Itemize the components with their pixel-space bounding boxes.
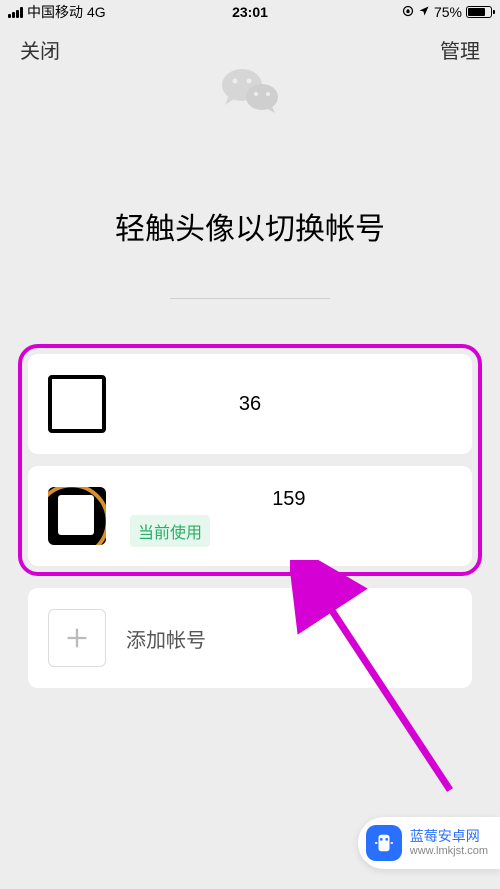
status-right: 75% bbox=[402, 4, 492, 20]
status-left: 中国移动 4G bbox=[8, 2, 106, 22]
watermark-url: www.lmkjst.com bbox=[410, 845, 488, 858]
close-button[interactable]: 关闭 bbox=[20, 35, 60, 64]
avatar bbox=[48, 375, 106, 433]
page-title: 轻触头像以切换帐号 bbox=[0, 204, 500, 248]
account-item-2[interactable]: 159 当前使用 bbox=[28, 466, 472, 566]
add-account-label: 添加帐号 bbox=[126, 624, 206, 653]
account-name: 159 bbox=[272, 488, 305, 511]
battery-pct: 75% bbox=[434, 4, 462, 20]
highlight-annotation: 36 159 当前使用 bbox=[18, 344, 482, 576]
plus-icon bbox=[48, 609, 106, 667]
avatar bbox=[48, 487, 106, 545]
manage-button[interactable]: 管理 bbox=[440, 35, 480, 64]
watermark-icon bbox=[366, 825, 402, 861]
battery-icon bbox=[466, 6, 492, 18]
status-bar: 中国移动 4G 23:01 75% bbox=[0, 0, 500, 24]
divider bbox=[170, 298, 330, 299]
carrier-label: 中国移动 bbox=[27, 2, 83, 22]
add-account-button[interactable]: 添加帐号 bbox=[28, 588, 472, 688]
status-time: 23:01 bbox=[232, 4, 268, 20]
network-label: 4G bbox=[87, 4, 106, 20]
account-name: 36 bbox=[239, 393, 261, 416]
location-icon bbox=[418, 4, 430, 20]
current-badge: 当前使用 bbox=[130, 515, 210, 547]
watermark-name: 蓝莓安卓网 bbox=[410, 828, 488, 845]
signal-icon bbox=[8, 7, 23, 18]
wechat-logo-icon bbox=[220, 65, 280, 122]
watermark: 蓝莓安卓网 www.lmkjst.com bbox=[358, 817, 500, 869]
lock-icon bbox=[402, 4, 414, 20]
account-item-1[interactable]: 36 bbox=[28, 354, 472, 454]
